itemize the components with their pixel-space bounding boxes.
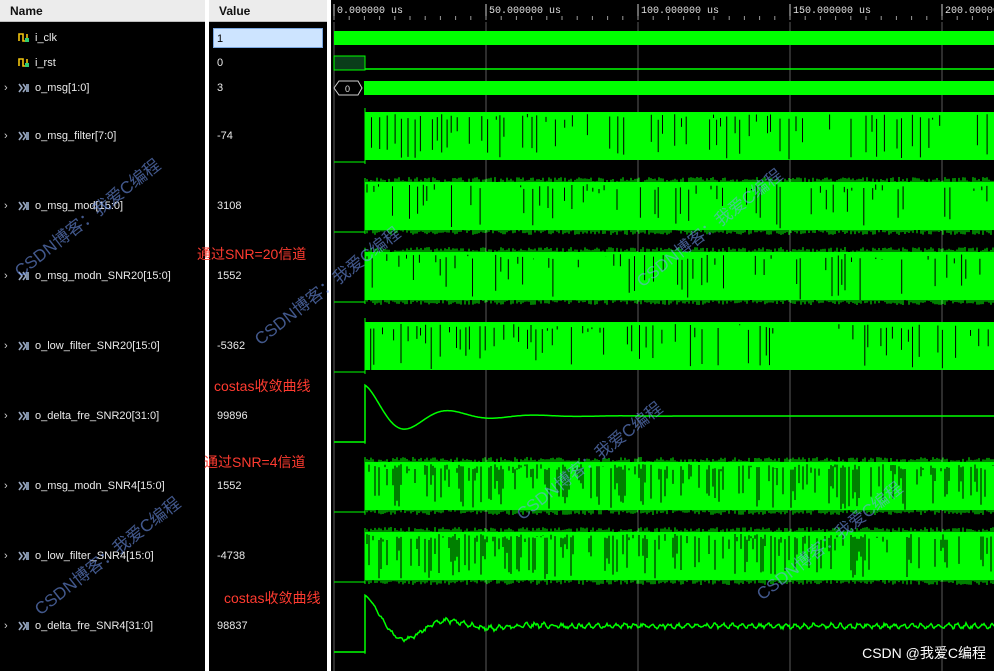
waveform-trace[interactable]	[334, 31, 994, 45]
time-tick-label: 200.000000 us	[945, 6, 994, 17]
signal-row[interactable]: › o_delta_fre_SNR4[31:0]	[0, 617, 205, 635]
annotation-costas-1: costas收敛曲线	[214, 378, 311, 394]
signal-name: o_low_filter_SNR20[15:0]	[35, 340, 160, 352]
bit-signal-icon	[18, 33, 29, 42]
signal-row[interactable]: › o_delta_fre_SNR20[31:0]	[0, 407, 205, 425]
bus-signal-icon	[18, 551, 29, 561]
bit-signal-icon	[18, 58, 29, 67]
signal-value[interactable]: 1	[213, 28, 323, 48]
name-column-header[interactable]: Name	[0, 0, 205, 22]
bus-value-label: 0	[345, 84, 350, 94]
annotation-snr20: 通过SNR=20信道	[197, 246, 307, 262]
signal-name: o_msg[1:0]	[35, 82, 90, 94]
signal-name: i_clk	[35, 32, 58, 44]
annotation-snr4: 通过SNR=4信道	[204, 454, 306, 470]
signal-value[interactable]: 99896	[209, 406, 327, 426]
bus-signal-icon	[18, 341, 29, 351]
signal-row[interactable]: i_rst	[0, 54, 205, 72]
bus-signal-icon	[18, 83, 29, 93]
waveform-trace[interactable]	[334, 318, 994, 374]
expand-chevron-icon[interactable]: ›	[4, 267, 8, 285]
value-column-header[interactable]: Value	[209, 0, 327, 22]
waveform-trace[interactable]	[334, 177, 994, 235]
expand-chevron-icon[interactable]: ›	[4, 407, 8, 425]
signal-name: o_msg_filter[7:0]	[35, 130, 117, 142]
expand-chevron-icon[interactable]: ›	[4, 127, 8, 145]
bus-signal-icon	[18, 201, 29, 211]
bus-signal-icon	[18, 411, 29, 421]
bus-signal-icon	[18, 481, 29, 491]
signal-row[interactable]: › o_msg_filter[7:0]	[0, 127, 205, 145]
expand-chevron-icon[interactable]: ›	[4, 79, 8, 97]
waveform-trace[interactable]	[334, 527, 994, 585]
bus-signal-icon	[18, 131, 29, 141]
credit-text: CSDN @我爱C编程	[862, 645, 986, 661]
annotation-costas-2: costas收敛曲线	[224, 590, 321, 606]
signal-row[interactable]: › o_low_filter_SNR20[15:0]	[0, 337, 205, 355]
expand-chevron-icon[interactable]: ›	[4, 617, 8, 635]
signal-value[interactable]: 1552	[209, 476, 327, 496]
signal-row[interactable]: › o_msg_modn_SNR4[15:0]	[0, 477, 205, 495]
signal-value[interactable]: 98837	[209, 616, 327, 636]
signal-name: o_msg_modn_SNR20[15:0]	[35, 270, 171, 282]
signal-name: o_msg_modn_SNR4[15:0]	[35, 480, 165, 492]
signal-value[interactable]: 0	[209, 53, 327, 73]
signal-value[interactable]: 3	[209, 78, 327, 98]
waveform-trace[interactable]	[334, 108, 994, 164]
waveform-pane[interactable]: 0.000000 us 50.000000 us 100.000000 us 150.…	[331, 0, 994, 671]
signal-row[interactable]: › o_msg[1:0]	[0, 79, 205, 97]
expand-chevron-icon[interactable]: ›	[4, 337, 8, 355]
signal-name: o_delta_fre_SNR20[31:0]	[35, 410, 160, 422]
bus-signal-icon	[18, 621, 29, 631]
signal-value[interactable]: -74	[209, 126, 327, 146]
signal-name: o_delta_fre_SNR4[31:0]	[35, 620, 154, 632]
expand-chevron-icon[interactable]: ›	[4, 477, 8, 495]
signal-value[interactable]: -4738	[209, 546, 327, 566]
waveform-trace[interactable]: 0	[333, 80, 994, 96]
signal-value[interactable]: 3108	[209, 196, 327, 216]
time-tick-label: 100.000000 us	[641, 6, 719, 17]
time-tick-label: 50.000000 us	[489, 6, 561, 17]
time-tick-label: 0.000000 us	[337, 6, 403, 17]
time-tick-label: 150.000000 us	[793, 6, 871, 17]
signal-row[interactable]: i_clk	[0, 29, 205, 47]
expand-chevron-icon[interactable]: ›	[4, 547, 8, 565]
signal-name: i_rst	[35, 57, 56, 69]
expand-chevron-icon[interactable]: ›	[4, 197, 8, 215]
